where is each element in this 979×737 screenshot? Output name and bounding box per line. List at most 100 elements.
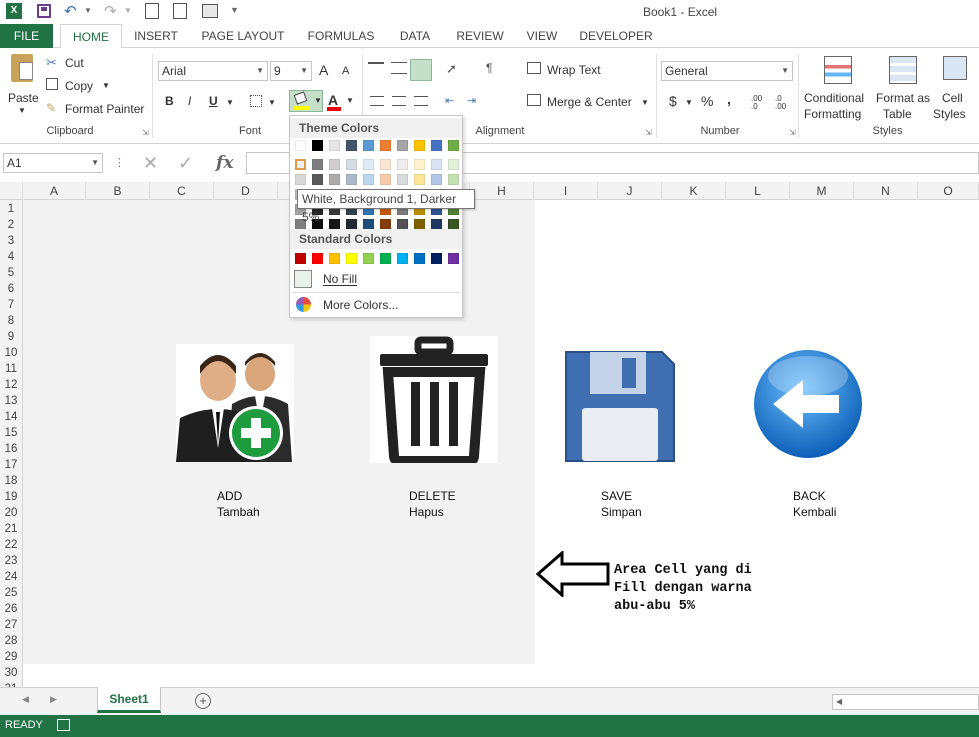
font-size-combo[interactable]: 9 ▼ <box>270 61 312 81</box>
fill-color-button[interactable]: ▼ <box>289 90 323 112</box>
color-swatch[interactable] <box>346 174 357 185</box>
color-swatch[interactable] <box>431 140 442 151</box>
row-header-28[interactable]: 28 <box>0 633 22 649</box>
underline-dropdown-icon[interactable]: ▼ <box>226 98 234 107</box>
font-color-button[interactable]: A ▼ <box>326 92 356 112</box>
tab-view[interactable]: VIEW <box>520 24 564 48</box>
sheet-tab-sheet1[interactable]: Sheet1 <box>97 687 161 713</box>
tab-file[interactable]: FILE <box>0 24 53 48</box>
scroll-left-icon[interactable]: ◀ <box>836 697 842 706</box>
format-painter-button[interactable]: ✎ Format Painter <box>46 101 146 117</box>
number-format-combo[interactable]: General ▼ <box>661 61 793 81</box>
row-header-13[interactable]: 13 <box>0 393 22 409</box>
clipboard-launcher-icon[interactable]: ⇲ <box>142 128 149 137</box>
row-header-9[interactable]: 9 <box>0 329 22 345</box>
tab-page-layout[interactable]: PAGE LAYOUT <box>195 24 291 48</box>
select-all-corner[interactable] <box>0 182 23 200</box>
redo-icon[interactable]: ↷ <box>104 2 117 20</box>
merge-center-button[interactable]: Merge & Center ▼ <box>527 94 652 110</box>
macro-record-icon[interactable] <box>57 719 70 731</box>
column-header-h[interactable]: H <box>470 182 534 200</box>
cut-button[interactable]: ✂ Cut <box>46 55 126 71</box>
row-header-16[interactable]: 16 <box>0 441 22 457</box>
color-swatch[interactable] <box>363 159 374 170</box>
row-header-15[interactable]: 15 <box>0 425 22 441</box>
color-swatch[interactable] <box>431 159 442 170</box>
insert-function-icon[interactable]: fx <box>216 153 233 173</box>
color-swatch[interactable] <box>329 159 340 170</box>
color-swatch[interactable] <box>397 140 408 151</box>
print-preview-icon[interactable] <box>145 3 159 19</box>
row-header-29[interactable]: 29 <box>0 649 22 665</box>
row-header-21[interactable]: 21 <box>0 521 22 537</box>
percent-button[interactable]: % <box>701 93 713 109</box>
no-fill-item[interactable]: No Fill <box>291 268 461 290</box>
color-swatch[interactable] <box>295 140 306 151</box>
color-swatch[interactable] <box>329 140 340 151</box>
column-header-j[interactable]: J <box>598 182 662 200</box>
grow-font-button[interactable]: A <box>319 62 328 78</box>
column-header-i[interactable]: I <box>534 182 598 200</box>
row-header-10[interactable]: 10 <box>0 345 22 361</box>
standard-color-swatch[interactable] <box>414 253 425 264</box>
row-header-20[interactable]: 20 <box>0 505 22 521</box>
column-header-c[interactable]: C <box>150 182 214 200</box>
comma-button[interactable]: , <box>727 91 731 107</box>
row-header-3[interactable]: 3 <box>0 233 22 249</box>
middle-align-icon[interactable] <box>391 62 407 74</box>
row-header-6[interactable]: 6 <box>0 281 22 297</box>
bottom-align-icon[interactable] <box>410 59 432 81</box>
color-swatch[interactable] <box>380 159 391 170</box>
customize-qat-icon[interactable]: ▼ <box>230 5 239 15</box>
color-swatch[interactable] <box>397 159 408 170</box>
worksheet-grid[interactable]: ADD Tambah DELETE Hapus SAVE Simpan BACK… <box>23 200 979 687</box>
undo-dropdown-icon[interactable]: ▼ <box>84 6 92 15</box>
standard-color-swatch[interactable] <box>397 253 408 264</box>
name-box[interactable]: A1 ▼ <box>3 153 103 173</box>
orientation-icon[interactable]: ➚ <box>446 61 457 77</box>
scroll-left-sheets-icon[interactable]: ◀ <box>22 694 29 705</box>
tab-review[interactable]: REVIEW <box>450 24 510 48</box>
number-launcher-icon[interactable]: ⇲ <box>789 128 796 137</box>
color-swatch[interactable] <box>397 174 408 185</box>
tab-home[interactable]: HOME <box>60 24 122 49</box>
column-header-b[interactable]: B <box>86 182 150 200</box>
row-header-25[interactable]: 25 <box>0 585 22 601</box>
standard-color-swatch[interactable] <box>346 253 357 264</box>
row-header-24[interactable]: 24 <box>0 569 22 585</box>
color-swatch[interactable] <box>363 174 374 185</box>
top-align-icon[interactable] <box>368 62 384 74</box>
center-align-icon[interactable] <box>392 96 406 106</box>
more-colors-item[interactable]: More Colors... <box>291 295 461 315</box>
standard-color-swatch[interactable] <box>380 253 391 264</box>
row-header-27[interactable]: 27 <box>0 617 22 633</box>
row-header-2[interactable]: 2 <box>0 217 22 233</box>
tab-data[interactable]: DATA <box>390 24 440 48</box>
cancel-icon[interactable]: ✕ <box>143 153 158 174</box>
right-align-icon[interactable] <box>414 96 428 106</box>
color-swatch[interactable] <box>363 140 374 151</box>
currency-dropdown-icon[interactable]: ▼ <box>685 98 693 107</box>
row-header-4[interactable]: 4 <box>0 249 22 265</box>
tab-developer[interactable]: DEVELOPER <box>576 24 656 48</box>
standard-color-swatch[interactable] <box>295 253 306 264</box>
currency-button[interactable]: $ <box>669 93 677 109</box>
add-user-image[interactable] <box>176 344 294 462</box>
row-header-17[interactable]: 17 <box>0 457 22 473</box>
color-swatch[interactable] <box>414 159 425 170</box>
color-swatch[interactable] <box>295 174 306 185</box>
row-header-7[interactable]: 7 <box>0 297 22 313</box>
color-swatch[interactable] <box>312 159 323 170</box>
borders-dropdown-icon[interactable]: ▼ <box>268 98 276 107</box>
color-swatch[interactable] <box>312 140 323 151</box>
row-header-1[interactable]: 1 <box>0 201 22 217</box>
color-swatch[interactable] <box>380 140 391 151</box>
row-header-11[interactable]: 11 <box>0 361 22 377</box>
decrease-indent-icon[interactable]: ⇤ <box>445 94 454 107</box>
row-header-22[interactable]: 22 <box>0 537 22 553</box>
decrease-decimal-button[interactable]: .0 .00 <box>775 95 791 111</box>
cell-styles-button[interactable]: Cell Styles <box>932 54 977 124</box>
standard-color-swatch[interactable] <box>312 253 323 264</box>
alignment-launcher-icon[interactable]: ⇲ <box>645 128 652 137</box>
color-swatch[interactable] <box>448 159 459 170</box>
